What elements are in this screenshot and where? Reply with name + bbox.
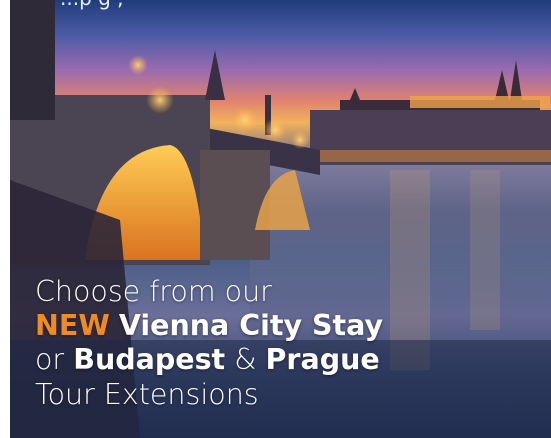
budapest-label: Budapest: [73, 343, 226, 377]
prague-label: Prague: [265, 343, 380, 377]
cropped-top-text: ...p g ,: [60, 0, 124, 10]
page: ...p g , Choose from our NEW Vienna City…: [0, 0, 551, 438]
new-label: NEW: [35, 309, 110, 343]
headline-line-3: or Budapest & Prague: [35, 343, 380, 377]
headline-line-4: Tour Extensions: [35, 377, 259, 411]
headline-line-1: Choose from our: [35, 275, 272, 308]
promo-banner[interactable]: ...p g , Choose from our NEW Vienna City…: [10, 0, 551, 438]
headline-line-2: NEW Vienna City Stay: [35, 309, 535, 343]
vienna-city-stay: Vienna City Stay: [118, 309, 384, 343]
promo-headline: Choose from our NEW Vienna City Stay or …: [35, 275, 535, 412]
